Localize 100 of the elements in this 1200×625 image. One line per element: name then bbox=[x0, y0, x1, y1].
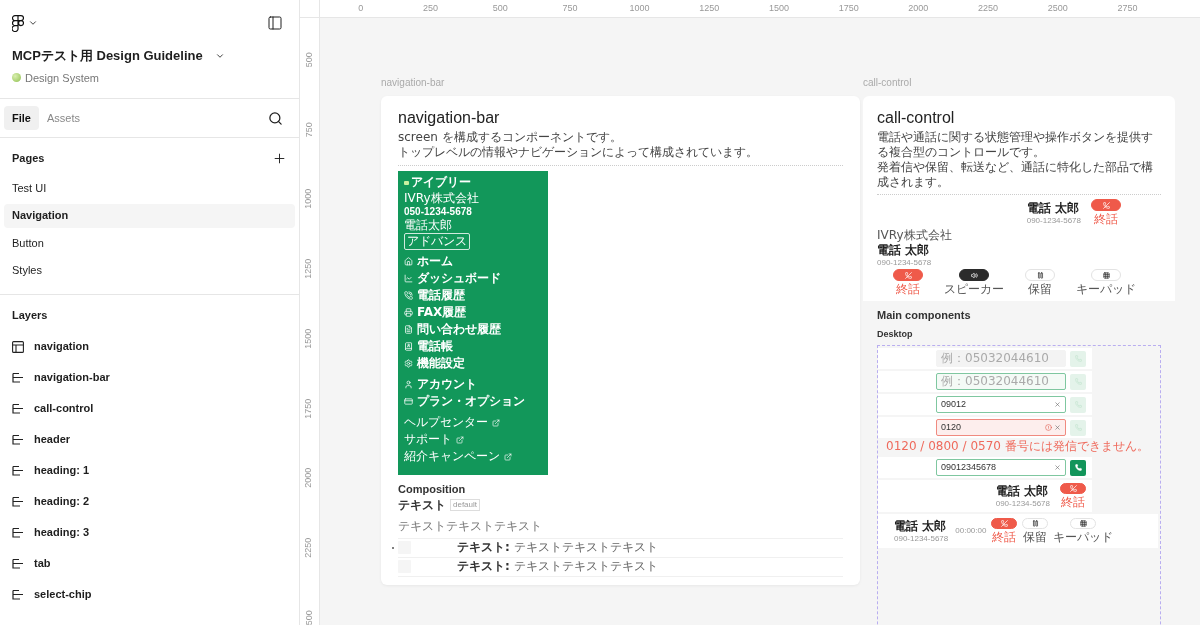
layer-item[interactable]: tab bbox=[34, 555, 51, 572]
ruler-label: 2500 bbox=[1046, 1, 1069, 15]
layer-item[interactable]: heading: 3 bbox=[34, 524, 89, 541]
phone-number: 050-1234-5678 bbox=[404, 206, 473, 218]
page-item[interactable]: Test UI bbox=[4, 176, 295, 200]
lines-icon bbox=[12, 588, 24, 601]
section-heading: Main components bbox=[877, 308, 972, 323]
action-label: 保留 bbox=[1023, 529, 1048, 545]
panel-tab[interactable]: File bbox=[4, 106, 39, 130]
nav-menu-item[interactable]: FAX履歴 bbox=[404, 304, 542, 321]
phone-input-field[interactable]: 09012345678 bbox=[936, 459, 1066, 476]
ruler-label: 1500 bbox=[767, 1, 790, 15]
external-link-icon bbox=[456, 435, 464, 444]
nav-menu-item[interactable]: プラン・オプション bbox=[404, 393, 542, 410]
clear-icon[interactable] bbox=[1054, 401, 1061, 408]
file-title[interactable]: MCPテスト用 Design Guideline bbox=[12, 46, 203, 66]
lines-icon bbox=[12, 371, 24, 384]
nav-menu-item[interactable]: 紹介キャンペーン bbox=[404, 448, 542, 465]
lines-icon bbox=[12, 433, 24, 446]
search-icon[interactable] bbox=[268, 110, 283, 126]
phone-icon bbox=[404, 291, 413, 300]
page-item[interactable]: Navigation bbox=[4, 203, 295, 228]
nav-menu-item[interactable]: ダッシュボード bbox=[404, 270, 542, 287]
nav-menu-item[interactable]: 電話履歴 bbox=[404, 287, 542, 304]
action-label: 終話 bbox=[896, 282, 920, 297]
pause-icon bbox=[1036, 271, 1044, 279]
phone-input-field[interactable]: 09012 bbox=[936, 396, 1066, 413]
layer-item[interactable]: header bbox=[34, 431, 71, 448]
nav-menu-item[interactable]: ホーム bbox=[404, 253, 542, 270]
composition-subtitle: テキストテキストテキスト bbox=[398, 518, 542, 533]
home-icon bbox=[404, 257, 413, 266]
action-label: 終話 bbox=[992, 529, 1017, 545]
caller-name: 電話 太郎 bbox=[877, 243, 931, 258]
call-button[interactable] bbox=[1070, 459, 1086, 476]
layer-item[interactable]: heading: 2 bbox=[34, 493, 89, 510]
nav-menu-item[interactable]: ヘルプセンター bbox=[404, 414, 542, 431]
action-label: 保留 bbox=[1028, 282, 1052, 297]
frame-label: navigation-bar bbox=[381, 76, 446, 90]
ruler-label: 1750 bbox=[302, 398, 315, 419]
chart-icon bbox=[404, 274, 413, 283]
clear-icon[interactable] bbox=[1054, 464, 1061, 471]
composition-row-text: テキスト: テキストテキストテキスト bbox=[457, 559, 658, 574]
caller-number: 090-1234-5678 bbox=[1026, 216, 1081, 225]
layer-item[interactable]: call-control bbox=[34, 400, 94, 417]
clear-icon[interactable] bbox=[1054, 424, 1061, 431]
add-page-icon[interactable] bbox=[272, 150, 287, 166]
phone-input-field[interactable]: 0120 bbox=[936, 419, 1066, 436]
ruler-label: 750 bbox=[561, 1, 579, 15]
ruler-label: 2000 bbox=[907, 1, 930, 15]
layer-item[interactable]: select-chip bbox=[34, 586, 92, 603]
external-link-icon bbox=[492, 418, 500, 427]
frame-label: call-control bbox=[863, 76, 913, 90]
user-name: 電話太郎 bbox=[404, 218, 453, 233]
nav-menu-item[interactable]: 問い合わせ履歴 bbox=[404, 321, 542, 338]
layer-item[interactable]: heading: 1 bbox=[34, 462, 89, 479]
page-item[interactable]: Button bbox=[4, 231, 295, 255]
action-label: キーパッド bbox=[1076, 282, 1136, 297]
ruler-label: 2250 bbox=[302, 537, 315, 558]
address-book-icon bbox=[404, 342, 413, 351]
nav-menu-item[interactable]: 機能設定 bbox=[404, 355, 542, 372]
section-heading: Pages bbox=[12, 150, 45, 166]
action-label: 終話 bbox=[1094, 212, 1118, 227]
error-message: 0120 / 0800 / 0570 番号には発信できません。 bbox=[885, 438, 1150, 455]
caller-number: 090-1234-5678 bbox=[877, 258, 933, 267]
ruler-label: 1750 bbox=[837, 1, 860, 15]
composition-title: テキスト bbox=[398, 497, 446, 513]
action-label: スピーカー bbox=[944, 282, 1004, 297]
lines-icon bbox=[12, 402, 24, 415]
ruler-label: 250 bbox=[422, 1, 440, 15]
frame-icon bbox=[12, 340, 24, 353]
lines-icon bbox=[12, 464, 24, 477]
ruler-label: 1250 bbox=[302, 258, 315, 279]
caller-name: 電話 太郎 bbox=[1026, 201, 1080, 216]
layer-item[interactable]: navigation-bar bbox=[34, 369, 110, 386]
phone-icon bbox=[1074, 464, 1082, 471]
chevron-down-icon[interactable] bbox=[28, 18, 38, 28]
keypad-icon bbox=[1079, 519, 1087, 527]
call-action-button[interactable] bbox=[959, 269, 989, 281]
nav-menu-item[interactable]: 電話帳 bbox=[404, 338, 542, 355]
panel-toggle-icon[interactable] bbox=[267, 15, 283, 31]
ruler-label: 500 bbox=[491, 1, 509, 15]
nav-menu-item[interactable]: アカウント bbox=[404, 376, 542, 393]
logo-text: アイブリー bbox=[411, 175, 471, 190]
page-item[interactable]: Styles bbox=[4, 258, 295, 283]
document-icon bbox=[404, 325, 413, 334]
lines-icon bbox=[12, 526, 24, 539]
user-icon bbox=[404, 380, 413, 389]
ruler-label: 1500 bbox=[302, 328, 315, 349]
layer-item[interactable]: navigation bbox=[34, 338, 89, 355]
ruler-label: 2750 bbox=[1116, 1, 1139, 15]
ruler-label: 0 bbox=[357, 1, 365, 15]
ruler-label: 1250 bbox=[698, 1, 721, 15]
figma-logo-icon[interactable] bbox=[12, 14, 24, 32]
caller-name: 電話 太郎 bbox=[995, 484, 1049, 499]
ruler-label: 500 bbox=[302, 609, 315, 625]
variant-badge: default bbox=[450, 499, 481, 511]
nav-menu-item[interactable]: サポート bbox=[404, 431, 542, 448]
lines-icon bbox=[12, 495, 24, 508]
panel-tab[interactable]: Assets bbox=[38, 106, 88, 130]
description-line: 発着信や保留、転送など、通話に特化した部品で構成されます。 bbox=[877, 160, 1154, 190]
